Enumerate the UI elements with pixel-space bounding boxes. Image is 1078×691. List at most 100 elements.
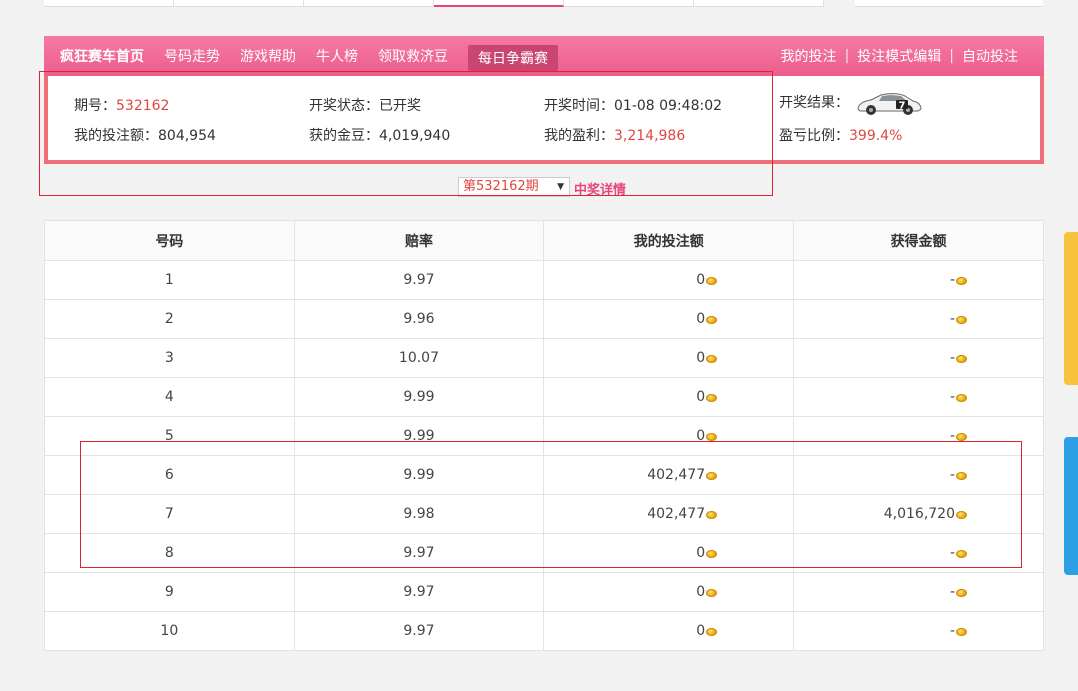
cell-odds: 9.99 [293, 377, 545, 417]
draw-result-info: 开奖结果： 7 [779, 90, 923, 116]
nav-my-bets[interactable]: 我的投注 [781, 46, 837, 66]
draw-time-value: 01-08 09:48:02 [614, 98, 723, 114]
header-my-bet: 我的投注额 [543, 220, 795, 261]
cell-win: - [793, 611, 1044, 651]
nav-game-help[interactable]: 游戏帮助 [240, 46, 296, 66]
chevron-down-icon: ▼ [557, 182, 564, 192]
nav-auto-bet[interactable]: 自动投注 [962, 46, 1018, 66]
cell-win: - [793, 260, 1044, 300]
cell-bet: 402,477 [543, 494, 795, 534]
win-value: - [949, 623, 955, 639]
gold-coin-icon [956, 472, 967, 480]
draw-time-info: 开奖时间：01-08 09:48:02 [544, 95, 722, 115]
my-bet-info: 我的投注额：804,954 [74, 125, 216, 145]
my-bet-label: 我的投注额： [74, 128, 158, 144]
cell-number: 4 [44, 377, 295, 417]
cell-number: 6 [44, 455, 295, 495]
cell-odds: 9.97 [293, 260, 545, 300]
bet-value: 0 [696, 311, 706, 327]
top-tab[interactable] [174, 0, 304, 7]
status-info: 开奖状态：已开奖 [309, 95, 421, 115]
header-number: 号码 [44, 220, 295, 261]
cell-bet: 402,477 [543, 455, 795, 495]
cell-odds: 9.99 [293, 416, 545, 456]
cell-bet: 0 [543, 533, 795, 573]
win-detail-link[interactable]: 中奖详情 [574, 179, 626, 198]
draw-time-label: 开奖时间： [544, 98, 614, 114]
table-row: 6 9.99 402,477 - [44, 455, 1044, 495]
gold-coin-icon [706, 316, 718, 324]
gold-coin-icon [956, 316, 967, 324]
period-select[interactable]: 第532162期 ▼ [458, 177, 570, 197]
status-label: 开奖状态： [309, 98, 379, 114]
cell-bet: 0 [543, 416, 795, 456]
side-float-tab-blue[interactable] [1064, 437, 1078, 575]
top-tab[interactable] [694, 0, 824, 7]
gold-label: 获的金豆： [309, 128, 379, 144]
cell-win: - [793, 377, 1044, 417]
period-select-value: 第532162期 [463, 179, 539, 194]
bet-value: 0 [696, 428, 706, 444]
cell-bet: 0 [543, 338, 795, 378]
top-tab[interactable] [44, 0, 174, 7]
cell-number: 1 [44, 260, 295, 300]
cell-win: - [793, 533, 1044, 573]
side-float-tab-yellow[interactable] [1064, 232, 1078, 385]
gold-coin-icon [956, 511, 967, 519]
cell-win: - [793, 338, 1044, 378]
cell-bet: 0 [543, 572, 795, 612]
gold-coin-icon [706, 628, 718, 636]
header-odds: 赔率 [293, 220, 545, 261]
bet-value: 0 [696, 272, 706, 288]
cell-odds: 9.98 [293, 494, 545, 534]
nav-bet-mode-edit[interactable]: 投注模式编辑 [857, 46, 941, 66]
cell-odds: 9.97 [293, 611, 545, 651]
bet-value: 0 [696, 350, 706, 366]
bet-value: 0 [696, 545, 706, 561]
period-value: 532162 [116, 98, 170, 114]
cell-bet: 0 [543, 611, 795, 651]
nav-relief-beans[interactable]: 领取救济豆 [378, 46, 448, 66]
gold-coin-icon [956, 355, 967, 363]
table-row: 5 9.99 0 - [44, 416, 1044, 456]
cell-number: 9 [44, 572, 295, 612]
table-row: 1 9.97 0 - [44, 260, 1044, 300]
cell-odds: 9.97 [293, 572, 545, 612]
cell-win: - [793, 299, 1044, 339]
profit-label: 我的盈利： [544, 128, 614, 144]
cell-win: 4,016,720 [793, 494, 1044, 534]
top-tab[interactable] [564, 0, 694, 7]
table-row: 3 10.07 0 - [44, 338, 1044, 378]
gold-coin-icon [706, 511, 718, 519]
cell-number: 5 [44, 416, 295, 456]
nav-leaderboard[interactable]: 牛人榜 [316, 46, 358, 66]
cell-bet: 0 [543, 377, 795, 417]
profit-info: 我的盈利：3,214,986 [544, 125, 685, 145]
cell-odds: 10.07 [293, 338, 545, 378]
top-tab-active[interactable] [434, 0, 564, 7]
ratio-label: 盈亏比例： [779, 128, 849, 144]
table-row: 4 9.99 0 - [44, 377, 1044, 417]
profit-value: 3,214,986 [614, 128, 686, 144]
win-value: - [949, 311, 955, 327]
nav-number-trend[interactable]: 号码走势 [164, 46, 220, 66]
ratio-info: 盈亏比例：399.4% [779, 125, 902, 145]
cell-odds: 9.99 [293, 455, 545, 495]
win-value: - [949, 428, 955, 444]
main-nav: 疯狂赛车首页 号码走势 游戏帮助 牛人榜 领取救济豆 每日争霸赛 我的投注 | … [44, 36, 1044, 76]
result-number: 7 [899, 101, 906, 112]
gold-coin-icon [956, 433, 967, 441]
top-tab-strip [44, 0, 824, 7]
table-row: 9 9.97 0 - [44, 572, 1044, 612]
win-value: - [949, 467, 955, 483]
top-tab[interactable] [304, 0, 434, 7]
gold-value: 4,019,940 [379, 128, 451, 144]
gold-coin-icon [956, 550, 967, 558]
nav-daily-contest[interactable]: 每日争霸赛 [468, 45, 558, 71]
bet-value: 0 [696, 389, 706, 405]
header-win-amount: 获得金额 [793, 220, 1044, 261]
cell-bet: 0 [543, 260, 795, 300]
nav-home[interactable]: 疯狂赛车首页 [60, 46, 144, 66]
table-header-row: 号码 赔率 我的投注额 获得金额 [44, 220, 1044, 261]
my-bet-value: 804,954 [158, 128, 216, 144]
